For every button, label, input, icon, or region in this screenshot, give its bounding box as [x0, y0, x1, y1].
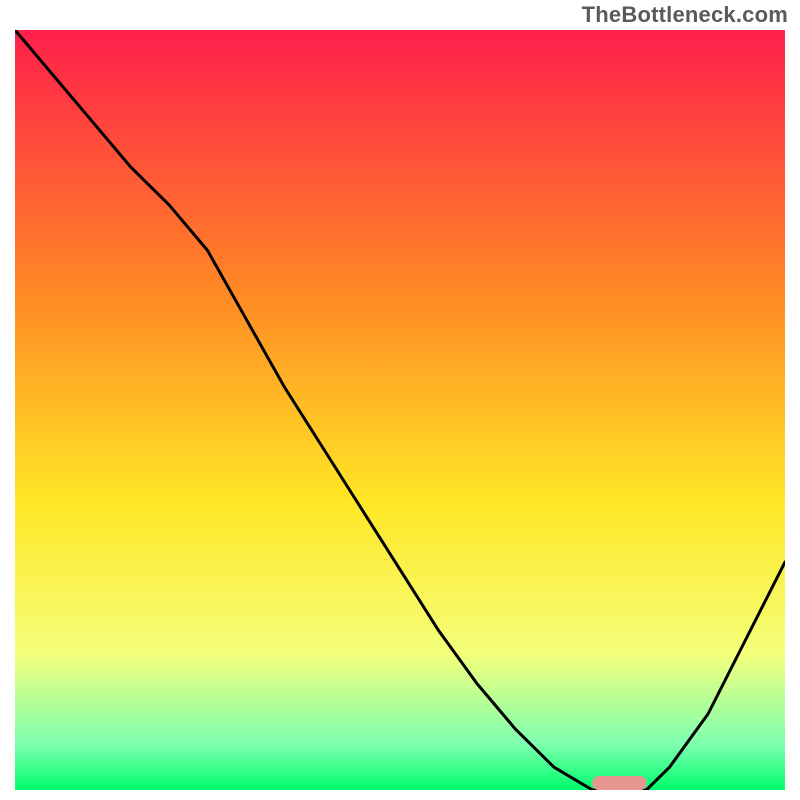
bottleneck-chart [0, 0, 800, 800]
optimal-marker [593, 776, 647, 790]
chart-stage: TheBottleneck.com [0, 0, 800, 800]
gradient-background [15, 30, 785, 790]
